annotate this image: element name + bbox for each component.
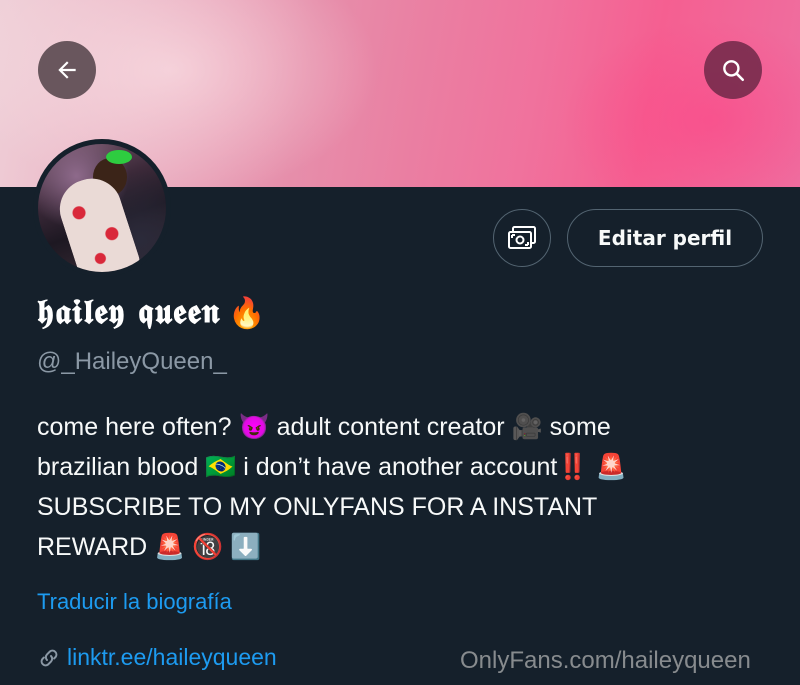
website-link-text[interactable]: linktr.ee/haileyqueen: [67, 644, 277, 671]
siren-emoji: 🚨: [154, 533, 186, 561]
website-link[interactable]: linktr.ee/haileyqueen: [37, 644, 277, 671]
fire-emoji: 🔥: [228, 296, 267, 331]
money-icon: [508, 226, 536, 249]
display-name: 𝖍𝖆𝖎𝖑𝖊𝖞 𝖖𝖚𝖊𝖊𝖓 🔥: [37, 292, 267, 332]
bio-text: SUBSCRIBE TO MY ONLYFANS FOR A INSTANT: [37, 493, 598, 521]
bio-line-2: brazilian blood 🇧🇷 i don’t have another …: [37, 447, 777, 487]
camera-emoji: 🎥: [511, 413, 543, 441]
monetization-button[interactable]: [493, 209, 551, 267]
avatar-headset: [106, 150, 132, 164]
double-exclamation-emoji: ‼️: [557, 453, 589, 481]
link-icon: [37, 646, 61, 670]
bio-line-3: SUBSCRIBE TO MY ONLYFANS FOR A INSTANT: [37, 487, 777, 527]
arrow-left-icon: [58, 61, 76, 79]
no-under-18-emoji: 🔞: [192, 533, 224, 561]
bio-text: brazilian blood: [37, 453, 199, 481]
banner-highlight-pink: [560, 20, 800, 187]
bio-line-4: REWARD 🚨 🔞 ⬇️: [37, 527, 777, 567]
siren-emoji: 🚨: [595, 453, 627, 481]
devil-emoji: 😈: [238, 413, 270, 441]
bio-text: some: [549, 413, 611, 441]
search-button[interactable]: [704, 41, 762, 99]
search-icon: [723, 60, 745, 82]
display-name-text: 𝖍𝖆𝖎𝖑𝖊𝖞 𝖖𝖚𝖊𝖊𝖓: [37, 292, 221, 332]
brazil-flag-emoji: 🇧🇷: [205, 453, 237, 481]
bio-text: come here often?: [37, 413, 232, 441]
down-arrow-emoji: ⬇️: [230, 533, 262, 561]
edit-profile-button[interactable]: Editar perfil: [567, 209, 763, 267]
bio-text: adult content creator: [276, 413, 505, 441]
bio-line-1: come here often? 😈 adult content creator…: [37, 407, 777, 447]
profile-bio: come here often? 😈 adult content creator…: [37, 407, 777, 567]
bio-text: REWARD: [37, 533, 148, 561]
bio-text: i don’t have another account: [243, 453, 558, 481]
avatar[interactable]: [33, 139, 171, 277]
back-button[interactable]: [38, 41, 96, 99]
username-handle: @_HaileyQueen_: [37, 348, 227, 375]
watermark-text: OnlyFans.com/haileyqueen: [460, 647, 751, 674]
translate-bio-link[interactable]: Traducir la biografía: [37, 589, 232, 615]
